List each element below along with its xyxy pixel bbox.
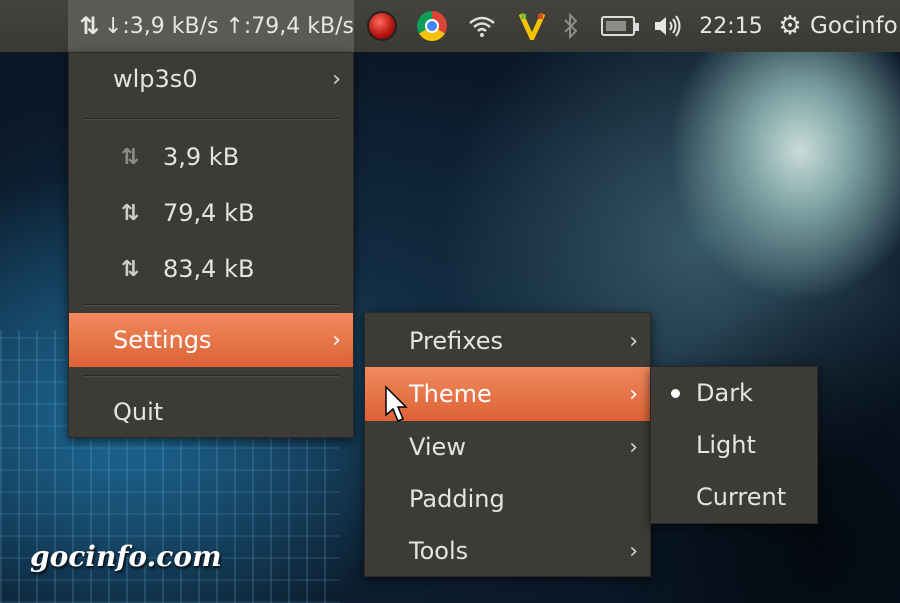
menu-item-padding[interactable]: Padding [365, 473, 650, 525]
netspeed-indicator[interactable]: ⇅ ↓:3,9 kB/s ↑:79,4 kB/s [68, 0, 354, 52]
menu-item-tools[interactable]: Tools › [365, 525, 650, 577]
menu-item-settings[interactable]: Settings › [69, 313, 353, 367]
record-icon[interactable] [364, 0, 400, 52]
theme-label: Theme [409, 380, 492, 408]
chevron-right-icon: › [629, 328, 638, 354]
settings-submenu: Prefixes › Theme › View › Padding Tools … [364, 312, 651, 577]
interface-label: wlp3s0 [113, 65, 198, 93]
radio-selected-icon [671, 388, 680, 398]
volume-icon[interactable] [648, 0, 688, 52]
chevron-right-icon: › [629, 434, 638, 460]
tools-label: Tools [409, 537, 469, 565]
padding-label: Padding [409, 485, 505, 513]
v-app-icon[interactable] [512, 0, 552, 52]
wifi-icon[interactable] [462, 0, 502, 52]
user-name[interactable]: Gocinfo [810, 0, 900, 52]
netspeed-menu: wlp3s0 › ⇅ 3,9 kB ⇅ 79,4 kB ⇅ 83,4 kB Se… [68, 52, 354, 438]
battery-icon[interactable] [596, 0, 640, 52]
up-down-arrows-icon: ⇅ [79, 12, 99, 40]
total-arrows-icon: ⇅ [120, 256, 139, 282]
menu-item-view[interactable]: View › [365, 421, 650, 473]
top-panel: ⇅ ↓:3,9 kB/s ↑:79,4 kB/s 22:15 ⚙ Gocinfo [0, 0, 900, 52]
chevron-right-icon: › [629, 538, 638, 564]
current-label: Current [696, 483, 787, 511]
chevron-right-icon: › [332, 66, 341, 92]
chrome-icon[interactable] [412, 0, 452, 52]
menu-item-download-total[interactable]: ⇅ 3,9 kB [69, 129, 353, 185]
menu-separator [83, 375, 339, 377]
menu-item-upload-total[interactable]: ⇅ 79,4 kB [69, 185, 353, 241]
total-value: 83,4 kB [163, 255, 255, 283]
menu-item-total[interactable]: ⇅ 83,4 kB [69, 241, 353, 297]
chevron-right-icon: › [629, 381, 638, 407]
light-label: Light [696, 431, 756, 459]
upload-value: 79,4 kB [163, 199, 255, 227]
clock[interactable]: 22:15 [696, 0, 766, 52]
menu-item-prefixes[interactable]: Prefixes › [365, 315, 650, 367]
menu-item-light[interactable]: Light [651, 419, 817, 471]
bluetooth-icon[interactable] [556, 0, 586, 52]
settings-label: Settings [113, 326, 212, 354]
dark-label: Dark [696, 379, 753, 407]
download-value: 3,9 kB [163, 143, 240, 171]
upload-arrows-icon: ⇅ [120, 200, 139, 226]
menu-separator [83, 304, 339, 306]
menu-item-dark[interactable]: Dark [651, 367, 817, 419]
menu-separator [83, 118, 339, 120]
view-label: View [409, 433, 466, 461]
menu-item-interface[interactable]: wlp3s0 › [69, 53, 353, 105]
menu-item-current[interactable]: Current [651, 471, 817, 523]
menu-item-quit[interactable]: Quit [69, 385, 353, 439]
mouse-cursor-icon [385, 385, 408, 422]
quit-label: Quit [113, 398, 164, 426]
chevron-right-icon: › [332, 327, 341, 353]
download-arrows-icon: ⇅ [120, 144, 139, 170]
netspeed-text: ↓:3,9 kB/s ↑:79,4 kB/s [103, 13, 354, 39]
prefixes-label: Prefixes [409, 327, 504, 355]
gear-icon[interactable]: ⚙ [774, 0, 806, 52]
theme-submenu: Dark Light Current [650, 366, 818, 524]
watermark: gocinfo.com [30, 540, 222, 573]
